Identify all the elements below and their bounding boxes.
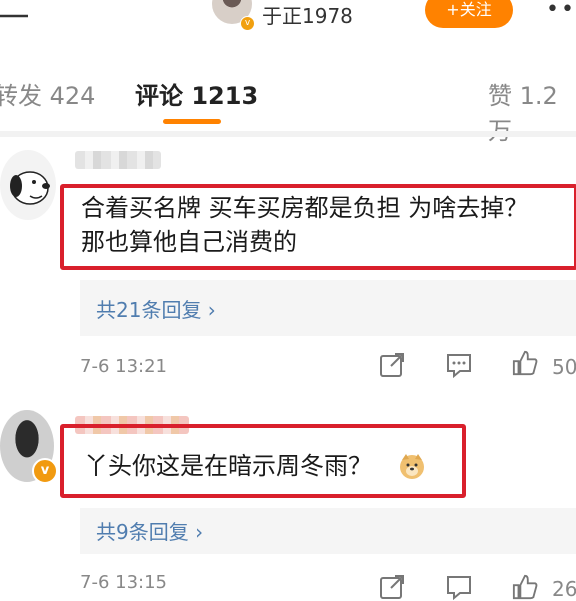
commenter-avatar[interactable] [0, 150, 56, 220]
share-icon[interactable] [379, 352, 405, 378]
comment-icon[interactable] [446, 352, 472, 378]
like-count: 50 [552, 355, 576, 379]
doge-emoji-icon [400, 454, 424, 479]
tab-comment[interactable]: 评论 1213 [135, 76, 258, 111]
section-divider [0, 131, 576, 137]
like-count: 26 [552, 577, 576, 601]
follow-button[interactable]: +关注 [425, 0, 513, 28]
back-arrow-icon[interactable] [0, 4, 30, 28]
verified-badge-icon: v [240, 16, 255, 31]
thumbs-up-icon[interactable] [512, 574, 538, 600]
snoopy-avatar-icon [10, 171, 50, 205]
tab-repost[interactable]: 转发 424 [0, 76, 95, 111]
comment-timestamp: 7-6 13:21 [80, 356, 167, 377]
share-icon[interactable] [379, 574, 405, 600]
commenter-username-blurred[interactable] [75, 151, 161, 169]
view-replies-link[interactable]: 共21条回复 › [96, 294, 216, 323]
thumbs-up-icon[interactable] [512, 350, 538, 376]
comment-timestamp: 7-6 13:15 [80, 572, 167, 593]
comment-text: 丫头你这是在暗示周冬雨？ [84, 452, 372, 480]
view-replies-link[interactable]: 共9条回复 › [96, 516, 203, 545]
more-options-icon[interactable]: •• [546, 0, 576, 21]
verified-badge-icon: v [32, 458, 58, 484]
comment-icon[interactable] [446, 574, 472, 600]
active-tab-indicator [163, 119, 221, 124]
header-username[interactable]: 于正1978 [262, 0, 353, 29]
comment-text: 那也算他自己消费的 [81, 228, 297, 256]
